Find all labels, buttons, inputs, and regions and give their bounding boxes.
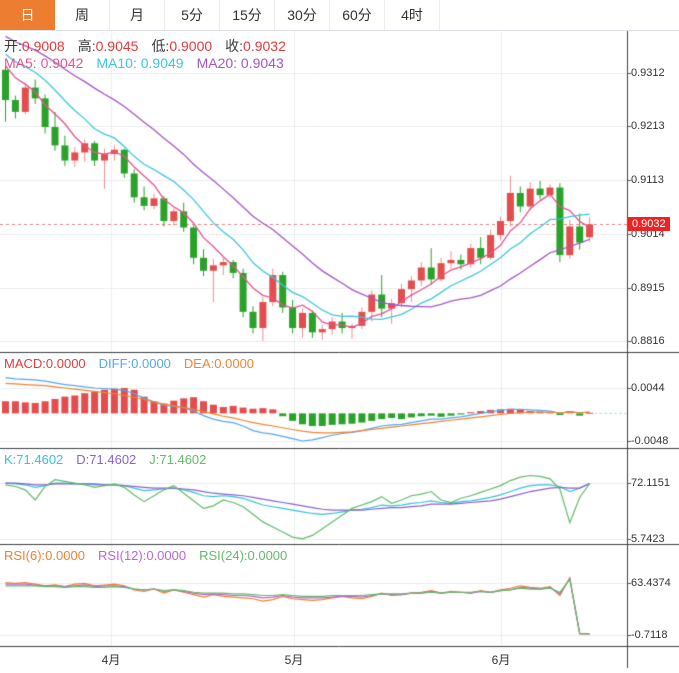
y-axis-label: 63.4374: [631, 577, 671, 589]
rsi12-value: RSI(12):0.0000: [98, 548, 186, 563]
macd-value: MACD:0.0000: [4, 356, 86, 371]
low-label: 低:: [151, 38, 169, 54]
open-readout: 开:0.9008: [4, 36, 65, 56]
tab-30min[interactable]: 30分: [275, 0, 330, 30]
diff-value: DIFF:0.0000: [99, 356, 171, 371]
d-value: D:71.4602: [76, 452, 136, 467]
high-value: 0.9045: [96, 38, 139, 54]
y-axis-label: 0.9113: [631, 174, 664, 186]
y-axis-label: 0.9213: [631, 120, 665, 132]
current-price-badge: 0.9032: [628, 217, 670, 231]
y-axis-label: 0.8915: [631, 282, 665, 294]
y-axis-label: 0.0044: [631, 382, 665, 394]
open-value: 0.9008: [22, 38, 65, 54]
close-readout: 收:0.9032: [225, 36, 286, 56]
y-axis-label: 0.9312: [631, 67, 665, 79]
tab-5min[interactable]: 5分: [165, 0, 220, 30]
tabbar-filler: [440, 0, 679, 30]
y-axis-label: 72.1151: [631, 477, 670, 489]
x-axis-label-may: 5月: [285, 651, 304, 668]
chart-app: 日 周 月 5分 15分 30分 60分 4时 开:0.9008 高:0.904…: [0, 0, 679, 673]
x-axis-label-jun: 6月: [492, 651, 511, 668]
ma5-value: MA5: 0.9042: [4, 55, 83, 71]
tab-4hour[interactable]: 4时: [385, 0, 440, 30]
kdj-readout: K:71.4602 D:71.4602 J:71.4602: [4, 452, 206, 467]
ohlc-readout: 开:0.9008 高:0.9045 低:0.9000 收:0.9032: [4, 36, 286, 56]
y-axis-label: 5.7423: [631, 533, 665, 545]
period-tabbar: 日 周 月 5分 15分 30分 60分 4时: [0, 0, 679, 31]
close-value: 0.9032: [243, 38, 286, 54]
low-value: 0.9000: [169, 38, 212, 54]
k-value: K:71.4602: [4, 452, 63, 467]
open-label: 开:: [4, 38, 22, 54]
tab-month[interactable]: 月: [110, 0, 165, 30]
ma-readout: MA5: 0.9042 MA10: 0.9049 MA20: 0.9043: [4, 55, 284, 71]
rsi-readout: RSI(6):0.0000 RSI(12):0.0000 RSI(24):0.0…: [4, 548, 287, 563]
y-axis-label: 0.8816: [631, 335, 665, 347]
tab-week[interactable]: 周: [55, 0, 110, 30]
high-label: 高:: [78, 38, 96, 54]
dea-value: DEA:0.0000: [184, 356, 254, 371]
y-axis-label: -0.0048: [631, 435, 668, 447]
ma10-value: MA10: 0.9049: [96, 55, 183, 71]
tab-day[interactable]: 日: [0, 0, 55, 30]
y-axis-label: -0.7118: [631, 629, 668, 641]
ma20-value: MA20: 0.9043: [197, 55, 284, 71]
high-readout: 高:0.9045: [78, 36, 139, 56]
chart-canvas[interactable]: [0, 0, 679, 673]
low-readout: 低:0.9000: [151, 36, 212, 56]
rsi6-value: RSI(6):0.0000: [4, 548, 85, 563]
tab-15min[interactable]: 15分: [220, 0, 275, 30]
tab-60min[interactable]: 60分: [330, 0, 385, 30]
rsi24-value: RSI(24):0.0000: [199, 548, 287, 563]
close-label: 收:: [225, 38, 243, 54]
x-axis-label-apr: 4月: [102, 651, 121, 668]
j-value: J:71.4602: [149, 452, 206, 467]
macd-readout: MACD:0.0000 DIFF:0.0000 DEA:0.0000: [4, 356, 254, 371]
